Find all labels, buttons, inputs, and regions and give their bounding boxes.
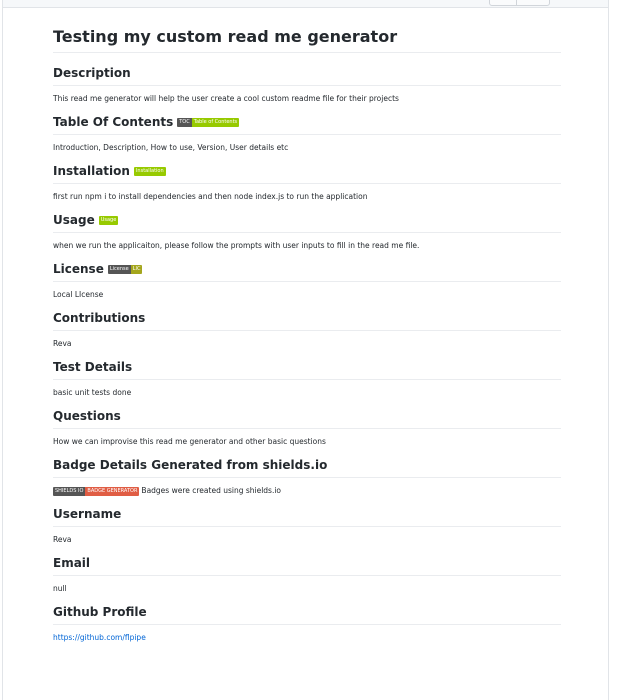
section-usage: Usage Usage when we run the applicaiton,…: [53, 212, 561, 251]
section-contributions: Contributions Reva: [53, 310, 561, 349]
heading-email-text: Email: [53, 556, 91, 570]
section-questions: Questions How we can improvise this read…: [53, 408, 561, 447]
toc-badge: TOC Table of Contents: [177, 117, 240, 127]
heading-contributions: Contributions: [53, 310, 561, 331]
usage-badge-value: Usage: [98, 215, 119, 225]
email-text: null: [53, 584, 67, 593]
heading-github: Github Profile: [53, 604, 561, 625]
heading-badges-text: Badge Details Generated from shields.io: [53, 458, 328, 472]
heading-github-text: Github Profile: [53, 605, 147, 619]
installation-badge-value: Installation: [133, 166, 166, 176]
heading-tests: Test Details: [53, 359, 561, 380]
username-text: Reva: [53, 535, 72, 544]
heading-username: Username: [53, 506, 561, 527]
usage-badge: Usage: [98, 215, 119, 225]
heading-email: Email: [53, 555, 561, 576]
heading-toc-text: Table Of Contents: [53, 115, 174, 129]
heading-license: License License LIC: [53, 261, 561, 282]
toc-badge-value: Table of Contents: [191, 117, 240, 127]
section-email: Email null: [53, 555, 561, 594]
toc-text: Introduction, Description, How to use, V…: [53, 143, 289, 152]
section-username: Username Reva: [53, 506, 561, 545]
heading-tests-text: Test Details: [53, 360, 133, 374]
contributions-text: Reva: [53, 339, 72, 348]
readme-preview-frame: Testing my custom read me generator Desc…: [2, 0, 609, 700]
section-description: Description This read me generator will …: [53, 65, 561, 104]
section-tests: Test Details basic unit tests done: [53, 359, 561, 398]
license-text: Local LIcense: [53, 290, 104, 299]
shields-badge-value: BADGE GENERATOR: [85, 486, 140, 496]
readme-content: Testing my custom read me generator Desc…: [53, 28, 561, 643]
section-badges: Badge Details Generated from shields.io …: [53, 457, 561, 496]
section-license: License License LIC Local LIcense: [53, 261, 561, 300]
section-toc: Table Of Contents TOC Table of Contents I…: [53, 114, 561, 153]
heading-questions: Questions: [53, 408, 561, 429]
shields-badge: SHIELDS IO BADGE GENERATOR: [53, 486, 140, 496]
tests-text: basic unit tests done: [53, 388, 132, 397]
heading-description: Description: [53, 65, 561, 86]
heading-installation-text: Installation: [53, 164, 130, 178]
badges-paragraph: SHIELDS IO BADGE GENERATOR Badges were cr…: [53, 486, 561, 496]
heading-usage-text: Usage: [53, 213, 95, 227]
toolbar-button-right[interactable]: [516, 0, 550, 6]
toolbar-button-left[interactable]: [489, 0, 517, 6]
heading-questions-text: Questions: [53, 409, 121, 423]
badges-text: Badges were created using shields.io: [141, 486, 282, 495]
questions-text: How we can improvise this read me genera…: [53, 437, 326, 446]
heading-contributions-text: Contributions: [53, 311, 146, 325]
heading-toc: Table Of Contents TOC Table of Contents: [53, 114, 561, 135]
license-badge-label: License: [107, 264, 131, 274]
usage-text: when we run the applicaiton, please foll…: [53, 241, 420, 250]
heading-badges: Badge Details Generated from shields.io: [53, 457, 561, 478]
heading-license-text: License: [53, 262, 104, 276]
github-paragraph: https://github.com/flpipe: [53, 633, 561, 643]
section-installation: Installation Installation first run npm …: [53, 163, 561, 202]
heading-usage: Usage Usage: [53, 212, 561, 233]
description-text: This read me generator will help the use…: [53, 94, 399, 103]
heading-description-text: Description: [53, 66, 131, 80]
section-github: Github Profile https://github.com/flpipe: [53, 604, 561, 643]
shields-badge-label: SHIELDS IO: [53, 486, 86, 496]
installation-text: first run npm i to install dependencies …: [53, 192, 368, 201]
license-badge-value: LIC: [130, 264, 143, 274]
license-badge: License LIC: [107, 264, 143, 274]
heading-installation: Installation Installation: [53, 163, 561, 184]
installation-badge: Installation: [133, 166, 166, 176]
readme-title: Testing my custom read me generator: [53, 28, 561, 53]
toc-badge-label: TOC: [177, 117, 192, 127]
github-profile-link[interactable]: https://github.com/flpipe: [53, 633, 146, 642]
heading-username-text: Username: [53, 507, 122, 521]
file-toolbar: [3, 0, 608, 8]
